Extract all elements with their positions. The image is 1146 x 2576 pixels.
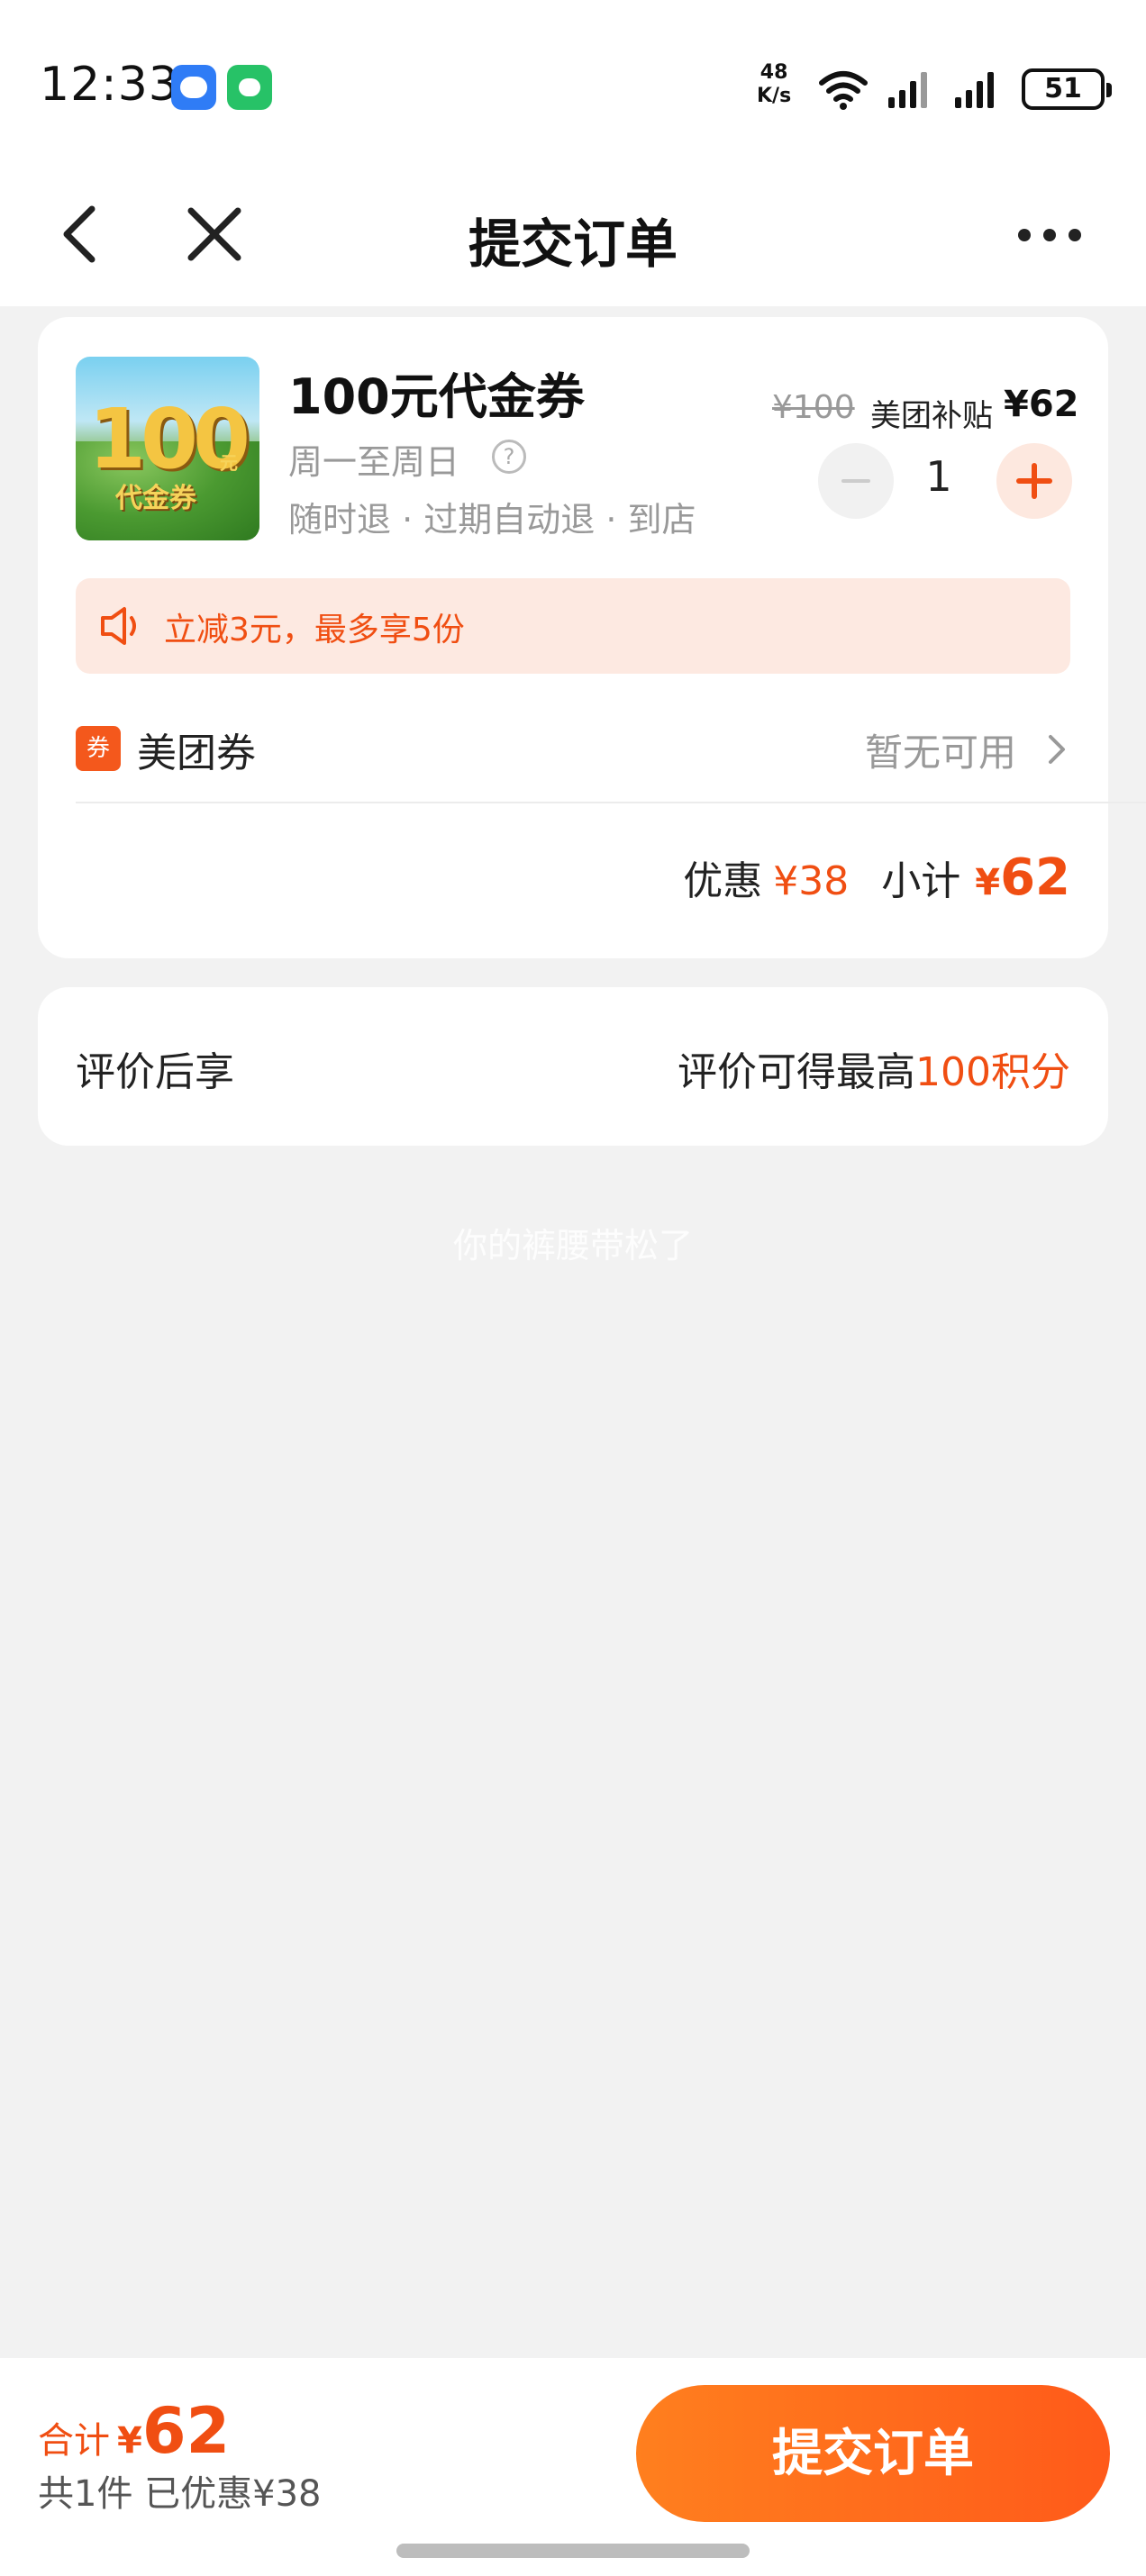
divider: [76, 802, 1146, 803]
subtotal-value: 62: [1000, 848, 1070, 907]
network-speed: 48 K/s: [757, 61, 791, 108]
submit-order-button[interactable]: 提交订单: [636, 2385, 1110, 2522]
battery-indicator: 51: [1022, 68, 1112, 110]
quantity-increase-button[interactable]: [996, 443, 1072, 519]
promo-text: 立减3元，最多享5份: [164, 612, 465, 649]
original-price: ¥100: [772, 389, 855, 426]
review-reward-points: 100积分: [915, 1049, 1070, 1095]
product-title: 100元代金券: [288, 368, 585, 425]
order-card: 100 元 代金券 100元代金券 周一至周日 ? 随时退 · 过期自动退 · …: [38, 317, 1146, 958]
product-valid-days: 周一至周日: [288, 442, 460, 482]
review-reward-card: 评价后享 评价可得最高100积分: [38, 987, 1108, 1146]
product-image-yuan: 元: [220, 452, 238, 474]
nav-bar: 提交订单: [0, 162, 1146, 306]
quantity-value: 1: [925, 452, 952, 501]
product-rules: 随时退 · 过期自动退 · 到店: [288, 500, 696, 540]
help-icon[interactable]: ?: [492, 440, 526, 474]
page-title: 提交订单: [468, 213, 678, 275]
coupon-label: 美团券: [137, 730, 256, 776]
total-currency: ¥: [117, 2420, 142, 2462]
signal-sim2-icon: [955, 72, 994, 108]
wechat-icon: [227, 65, 272, 110]
subtotal-label: 小计: [881, 858, 961, 904]
coupon-value: 暂无可用: [864, 730, 1016, 775]
total-amount: 62: [141, 2394, 231, 2468]
coupon-row[interactable]: 券 美团券 暂无可用: [76, 704, 1070, 803]
subsidy-label: 美团补贴: [870, 398, 993, 434]
subtotal-currency: ¥: [975, 862, 1001, 903]
watermark-text: 你的裤腰带松了: [452, 1226, 693, 1265]
chevron-right-icon: [1049, 735, 1065, 764]
item-count-discount: 共1件 已优惠¥38: [38, 2473, 322, 2515]
speaker-icon: [101, 607, 136, 645]
discount-label: 优惠: [683, 858, 763, 904]
discount-value: ¥38: [773, 858, 850, 904]
more-icon[interactable]: [1018, 225, 1083, 243]
review-reward-value: 评价可得最高100积分: [678, 1039, 1070, 1097]
network-speed-unit: K/s: [757, 85, 792, 107]
coupon-badge-icon: 券: [76, 726, 121, 771]
network-speed-value: 48: [759, 61, 788, 84]
review-reward-label: 评价后享: [76, 1049, 234, 1095]
total-line: 合计 ¥ 62: [38, 2394, 230, 2468]
wifi-icon: [819, 71, 868, 110]
status-bar: 12:33 48 K/s 51: [0, 0, 1146, 162]
sale-price: ¥62: [1004, 384, 1079, 425]
product-image-caption: 代金券: [115, 483, 196, 514]
product-image: 100 元 代金券: [76, 357, 259, 540]
total-label: 合计: [38, 2420, 110, 2462]
promo-banner: 立减3元，最多享5份: [76, 578, 1070, 674]
order-summary: 优惠 ¥38 小计 ¥ 62: [683, 848, 1070, 921]
home-indicator[interactable]: [396, 2544, 750, 2558]
quantity-decrease-button[interactable]: [818, 443, 894, 519]
status-time: 12:33: [40, 58, 179, 112]
signal-sim1-icon: [888, 72, 927, 108]
review-reward-prefix: 评价可得最高: [678, 1049, 916, 1095]
message-app-icon: [171, 65, 216, 110]
